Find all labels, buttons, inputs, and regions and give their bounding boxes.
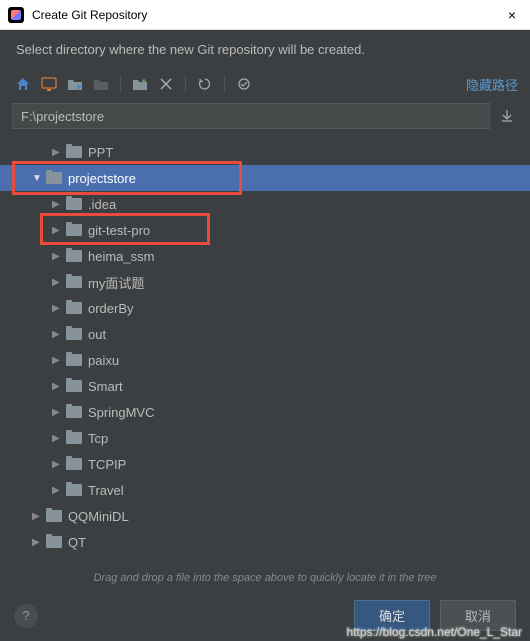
folder-icon: [66, 250, 82, 262]
folder-icon: [66, 432, 82, 444]
new-folder-icon[interactable]: [129, 73, 151, 95]
folder-icon: [66, 458, 82, 470]
chevron-right-icon[interactable]: ▶: [52, 303, 64, 314]
app-logo-icon: [8, 7, 24, 23]
tree-row[interactable]: ▶ Tcp: [0, 425, 530, 451]
tree-item-label: orderBy: [88, 301, 134, 316]
tree-item-label: projectstore: [68, 171, 136, 186]
refresh-icon[interactable]: [194, 73, 216, 95]
home-icon[interactable]: [12, 73, 34, 95]
tree-row[interactable]: ▶ my面试题: [0, 269, 530, 295]
toolbar: 隐藏路径: [0, 69, 530, 99]
desktop-icon[interactable]: [38, 73, 60, 95]
chevron-right-icon[interactable]: ▶: [52, 277, 64, 288]
tree-row[interactable]: ▶ paixu: [0, 347, 530, 373]
tree-row[interactable]: ▶ heima_ssm: [0, 243, 530, 269]
tree-row[interactable]: ▶ orderBy: [0, 295, 530, 321]
folder-icon: [66, 302, 82, 314]
chevron-right-icon[interactable]: ▶: [52, 407, 64, 418]
folder-icon: [66, 354, 82, 366]
chevron-right-icon[interactable]: ▶: [52, 459, 64, 470]
tree-item-label: QT: [68, 535, 86, 550]
folder-icon: [66, 198, 82, 210]
instruction-text: Select directory where the new Git repos…: [0, 30, 530, 69]
tree-item-label: SpringMVC: [88, 405, 154, 420]
chevron-right-icon[interactable]: ▶: [52, 381, 64, 392]
drag-hint: Drag and drop a file into the space abov…: [0, 566, 530, 590]
watermark: https://blog.csdn.net/One_L_Star: [347, 625, 522, 639]
separator: [224, 75, 225, 93]
hide-path-link[interactable]: 隐藏路径: [466, 75, 518, 94]
tree-row[interactable]: ▶ out: [0, 321, 530, 347]
chevron-right-icon[interactable]: ▶: [52, 355, 64, 366]
path-row: [0, 99, 530, 137]
folder-icon: [66, 406, 82, 418]
tree-item-label: Tcp: [88, 431, 108, 446]
folder-icon: [46, 172, 62, 184]
tree-item-label: git-test-pro: [88, 223, 150, 238]
tree-row[interactable]: ▶ TCPIP: [0, 451, 530, 477]
help-button[interactable]: ?: [14, 604, 38, 628]
chevron-right-icon[interactable]: ▶: [52, 147, 64, 158]
delete-icon[interactable]: [155, 73, 177, 95]
tree-row[interactable]: ▶ Travel: [0, 477, 530, 503]
chevron-right-icon[interactable]: ▶: [52, 225, 64, 236]
chevron-down-icon[interactable]: ▼: [32, 173, 44, 184]
tree-item-label: QQMiniDL: [68, 509, 129, 524]
folder-icon: [66, 328, 82, 340]
tree-item-label: out: [88, 327, 106, 342]
tree-item-label: my面试题: [88, 273, 144, 292]
show-hidden-icon[interactable]: [233, 73, 255, 95]
tree-row[interactable]: ▶ PPT: [0, 139, 530, 165]
chevron-right-icon[interactable]: ▶: [52, 251, 64, 262]
folder-icon: [66, 276, 82, 288]
tree-row[interactable]: ▶ SpringMVC: [0, 399, 530, 425]
tree-row[interactable]: ▶ QQMiniDL: [0, 503, 530, 529]
folder-icon: [46, 510, 62, 522]
chevron-right-icon[interactable]: ▶: [52, 485, 64, 496]
folder-icon: [66, 380, 82, 392]
chevron-right-icon[interactable]: ▶: [52, 433, 64, 444]
tree-row[interactable]: ▶ .idea: [0, 191, 530, 217]
tree-item-label: paixu: [88, 353, 119, 368]
separator: [185, 75, 186, 93]
tree-item-label: Smart: [88, 379, 123, 394]
tree-item-label: PPT: [88, 145, 113, 160]
tree-item-label: .idea: [88, 197, 116, 212]
tree-row[interactable]: ▼ projectstore: [0, 165, 530, 191]
window-title: Create Git Repository: [32, 8, 502, 22]
tree-item-label: heima_ssm: [88, 249, 154, 264]
module-folder-icon[interactable]: [90, 73, 112, 95]
titlebar: Create Git Repository ×: [0, 0, 530, 30]
folder-icon: [46, 536, 62, 548]
directory-tree[interactable]: ▶ PPT ▼ projectstore ▶ .idea ▶ git-test-pro ▶ hei…: [0, 137, 530, 566]
folder-icon: [66, 224, 82, 236]
chevron-right-icon[interactable]: ▶: [52, 329, 64, 340]
tree-row[interactable]: ▶ QT: [0, 529, 530, 555]
tree-item-label: TCPIP: [88, 457, 126, 472]
tree-row[interactable]: ▶ Smart: [0, 373, 530, 399]
separator: [120, 75, 121, 93]
close-button[interactable]: ×: [502, 5, 522, 25]
folder-icon: [66, 146, 82, 158]
chevron-right-icon[interactable]: ▶: [52, 199, 64, 210]
tree-item-label: Travel: [88, 483, 124, 498]
chevron-right-icon[interactable]: ▶: [32, 537, 44, 548]
download-icon[interactable]: [496, 105, 518, 127]
folder-icon: [66, 484, 82, 496]
chevron-right-icon[interactable]: ▶: [32, 511, 44, 522]
tree-row[interactable]: ▶ git-test-pro: [0, 217, 530, 243]
path-input[interactable]: [12, 103, 490, 129]
project-folder-icon[interactable]: [64, 73, 86, 95]
